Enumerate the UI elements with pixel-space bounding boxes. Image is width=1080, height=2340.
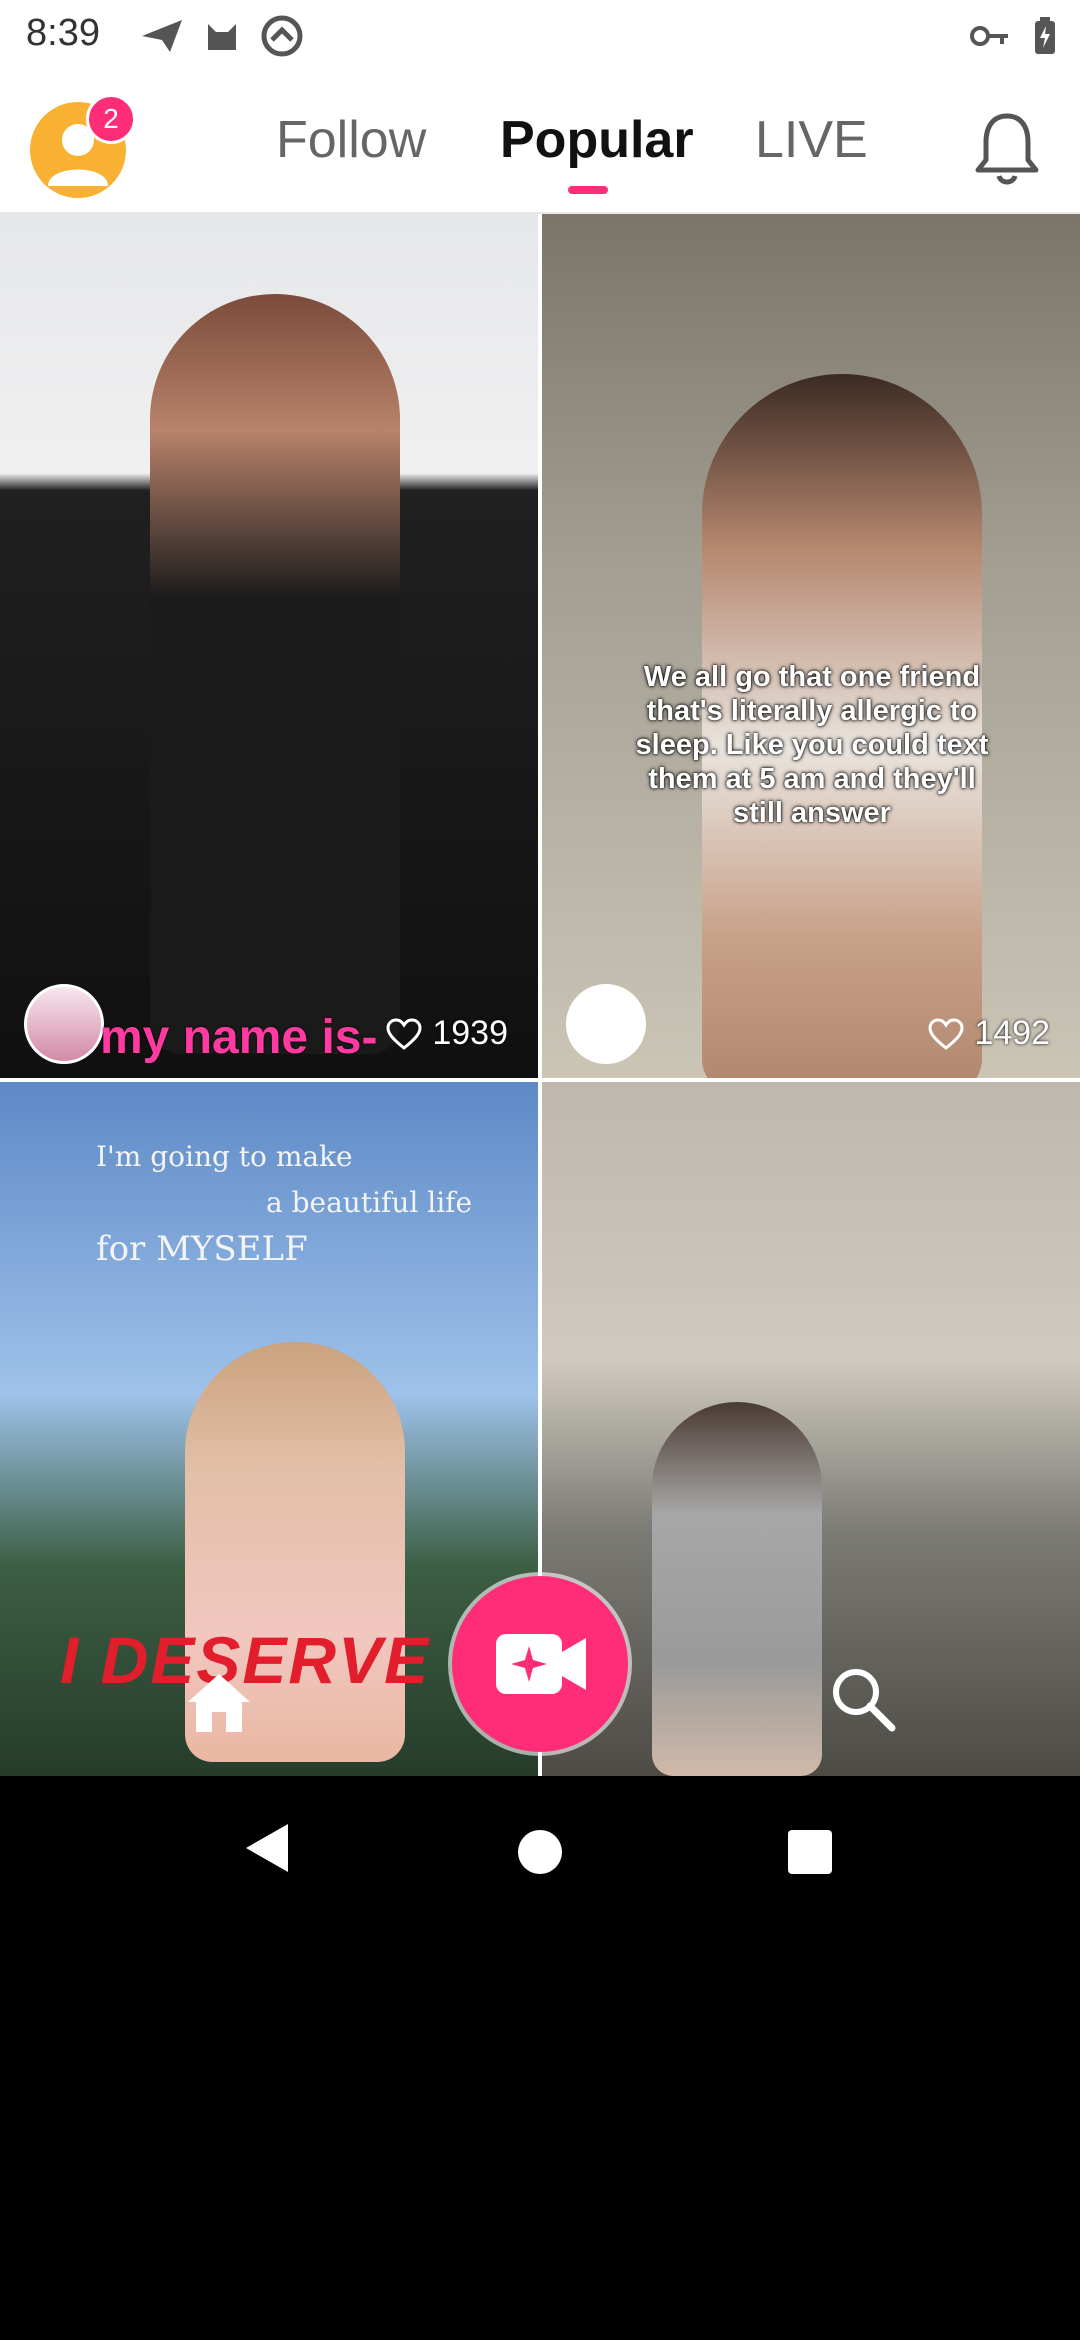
person-figure (652, 1402, 822, 1776)
android-navigation-bar (0, 1776, 1080, 1920)
overlay-line: I'm going to make (96, 1140, 353, 1173)
paper-plane-icon (142, 20, 182, 52)
like-count: 1939 (386, 1014, 508, 1053)
record-video-button[interactable] (452, 1576, 628, 1752)
active-tab-indicator (568, 186, 608, 194)
video-card[interactable]: We all go that one friend that's literal… (542, 214, 1080, 1078)
at-sign-icon (261, 15, 303, 57)
creator-avatar[interactable] (566, 984, 646, 1064)
cat-icon (208, 24, 236, 50)
top-navigation: 2 Follow Popular LIVE (0, 72, 1080, 214)
home-icon[interactable] (184, 1670, 254, 1734)
feed-tabs: Follow Popular LIVE (0, 110, 1080, 180)
video-overlay-title: I DESERVE I (60, 1623, 471, 1697)
like-count-value: 1492 (974, 1014, 1050, 1052)
video-caption: my name is- (100, 1011, 378, 1064)
home-circle-icon[interactable] (518, 1830, 562, 1874)
like-count: 1492 (928, 1014, 1050, 1053)
creator-avatar[interactable] (24, 984, 104, 1064)
tab-follow[interactable]: Follow (276, 110, 426, 170)
video-feed-grid: my name is- 1939 We all go that one frie… (0, 214, 1080, 1776)
video-overlay-text: We all go that one friend that's literal… (635, 661, 989, 829)
overlay-line: for MYSELF (96, 1229, 308, 1269)
recents-square-icon[interactable] (788, 1830, 832, 1874)
status-time: 8:39 (26, 12, 100, 54)
overlay-line: a beautiful life (266, 1186, 473, 1219)
status-icons-left (140, 14, 304, 58)
video-camera-sparkle-icon (496, 1634, 586, 1694)
battery-charging-icon (1035, 17, 1055, 54)
key-icon (970, 26, 1008, 46)
video-card[interactable]: my name is- 1939 (0, 214, 538, 1078)
person-figure (150, 294, 400, 1054)
heart-outline-icon (386, 1017, 422, 1050)
bell-icon[interactable] (972, 108, 1042, 188)
tab-popular[interactable]: Popular (500, 110, 694, 170)
video-overlay-text: I'm going to make a beautiful life for M… (96, 1134, 516, 1272)
search-icon[interactable] (828, 1664, 898, 1734)
status-icons-right (970, 14, 1058, 58)
tab-live[interactable]: LIVE (755, 110, 868, 170)
back-icon[interactable] (240, 1818, 294, 1878)
like-count-value: 1939 (432, 1014, 508, 1052)
heart-outline-icon (928, 1017, 964, 1050)
status-bar: 8:39 (0, 0, 1080, 72)
